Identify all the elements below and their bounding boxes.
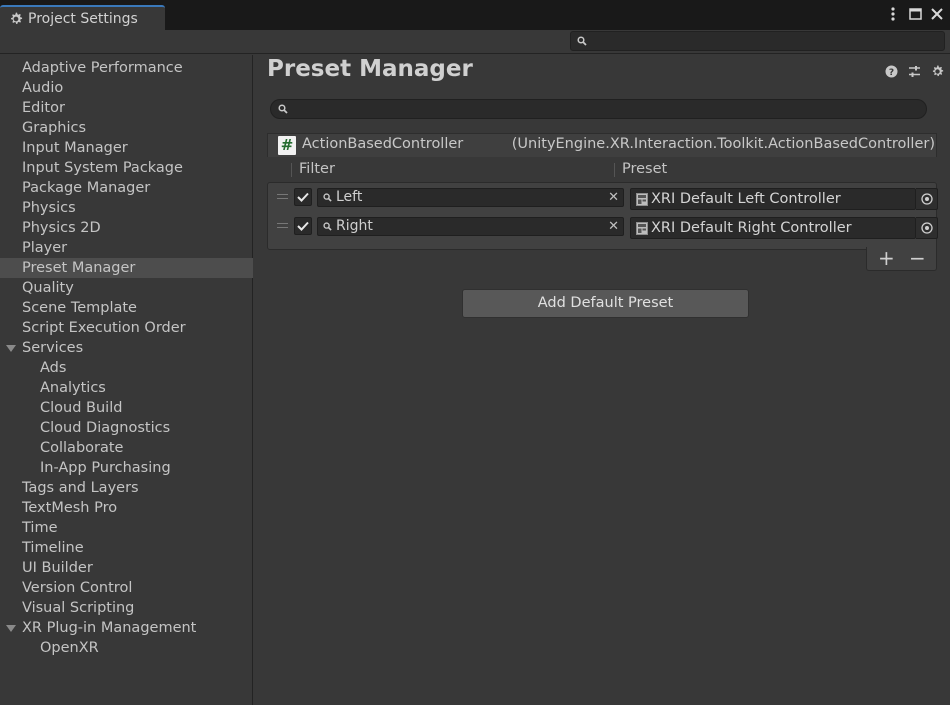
preset-name: XRI Default Left Controller xyxy=(651,191,841,207)
sidebar-item-openxr[interactable]: OpenXR xyxy=(0,638,253,658)
search-icon xyxy=(323,193,332,202)
page-title: Preset Manager xyxy=(267,56,473,82)
preset-object-field[interactable]: XRI Default Right Controller xyxy=(630,217,916,239)
component-name: ActionBasedController xyxy=(302,136,464,152)
sidebar-item-textmesh-pro[interactable]: TextMesh Pro xyxy=(0,498,253,518)
search-icon xyxy=(577,36,587,46)
search-icon xyxy=(323,222,332,231)
sidebar-item-ui-builder[interactable]: UI Builder xyxy=(0,558,253,578)
sidebar-item-analytics[interactable]: Analytics xyxy=(0,378,253,398)
default-presets-list: Left ✕ XRI Default Left Controller Right… xyxy=(267,182,938,250)
sidebar-item-visual-scripting[interactable]: Visual Scripting xyxy=(0,598,253,618)
sidebar-item-time[interactable]: Time xyxy=(0,518,253,538)
svg-text:?: ? xyxy=(888,68,893,78)
preset-manager-panel: Preset Manager ? # ActionBasedController… xyxy=(254,55,950,705)
gear-icon[interactable] xyxy=(930,64,944,78)
title-bar: Project Settings xyxy=(0,0,950,30)
sidebar-item-services[interactable]: Services xyxy=(0,338,253,358)
sidebar-item-tags-and-layers[interactable]: Tags and Layers xyxy=(0,478,253,498)
sidebar-item-timeline[interactable]: Timeline xyxy=(0,538,253,558)
column-filter-header: Filter xyxy=(299,161,335,177)
enabled-checkbox[interactable] xyxy=(294,188,312,206)
settings-toolbar xyxy=(0,30,950,54)
list-row: Left ✕ XRI Default Left Controller xyxy=(268,183,938,211)
clear-filter-icon[interactable]: ✕ xyxy=(608,191,619,205)
sidebar-item-collaborate[interactable]: Collaborate xyxy=(0,438,253,458)
remove-item-button[interactable]: − xyxy=(909,248,926,268)
sidebar-item-physics-2d[interactable]: Physics 2D xyxy=(0,218,253,238)
script-icon: # xyxy=(278,136,296,155)
drag-handle-icon[interactable] xyxy=(277,223,288,228)
preset-asset-icon xyxy=(636,222,648,235)
enabled-checkbox[interactable] xyxy=(294,217,312,235)
gear-icon xyxy=(11,11,23,24)
project-settings-tab[interactable]: Project Settings xyxy=(0,5,165,30)
sidebar-item-input-system-package[interactable]: Input System Package xyxy=(0,158,253,178)
sidebar-item-physics[interactable]: Physics xyxy=(0,198,253,218)
add-item-button[interactable]: + xyxy=(878,248,895,268)
clear-filter-icon[interactable]: ✕ xyxy=(608,220,619,234)
preset-asset-icon xyxy=(636,193,648,206)
sidebar-item-script-execution-order[interactable]: Script Execution Order xyxy=(0,318,253,338)
list-footer: + − xyxy=(866,247,937,271)
filter-input[interactable]: Left ✕ xyxy=(317,188,624,207)
sidebar-item-version-control[interactable]: Version Control xyxy=(0,578,253,598)
checkmark-icon xyxy=(297,192,309,202)
filter-input[interactable]: Right ✕ xyxy=(317,217,624,236)
drag-handle-icon[interactable] xyxy=(277,194,288,199)
help-icon[interactable]: ? xyxy=(884,64,898,78)
sidebar-item-quality[interactable]: Quality xyxy=(0,278,253,298)
sidebar-item-cloud-build[interactable]: Cloud Build xyxy=(0,398,253,418)
preset-settings-icon[interactable] xyxy=(907,64,921,78)
column-divider xyxy=(614,163,615,177)
filter-value: Left xyxy=(336,189,363,205)
checkmark-icon xyxy=(297,221,309,231)
component-header[interactable]: # ActionBasedController (UnityEngine.XR.… xyxy=(267,133,937,157)
sidebar-item-graphics[interactable]: Graphics xyxy=(0,118,253,138)
maximize-icon[interactable] xyxy=(908,6,922,22)
close-icon[interactable] xyxy=(930,6,944,22)
sidebar-item-preset-manager[interactable]: Preset Manager xyxy=(0,258,253,278)
settings-search-input[interactable] xyxy=(570,31,945,51)
preset-object-field[interactable]: XRI Default Left Controller xyxy=(630,188,916,210)
sidebar-item-xr-plugin-management[interactable]: XR Plug-in Management xyxy=(0,618,253,638)
settings-sidebar: Adaptive Performance Audio Editor Graphi… xyxy=(0,55,253,705)
sidebar-item-input-manager[interactable]: Input Manager xyxy=(0,138,253,158)
sidebar-item-in-app-purchasing[interactable]: In-App Purchasing xyxy=(0,458,253,478)
tab-title: Project Settings xyxy=(28,10,138,27)
component-type: (UnityEngine.XR.Interaction.Toolkit.Acti… xyxy=(511,136,935,152)
foldout-arrow-icon[interactable] xyxy=(6,345,16,352)
preset-name: XRI Default Right Controller xyxy=(651,220,852,236)
filter-value: Right xyxy=(336,218,373,234)
list-column-headers: Filter Preset xyxy=(267,159,937,181)
sidebar-item-adaptive-performance[interactable]: Adaptive Performance xyxy=(0,58,253,78)
object-picker-icon[interactable] xyxy=(916,217,938,239)
preset-search-input[interactable] xyxy=(270,99,927,119)
sidebar-item-cloud-diagnostics[interactable]: Cloud Diagnostics xyxy=(0,418,253,438)
sidebar-item-player[interactable]: Player xyxy=(0,238,253,258)
column-divider xyxy=(291,163,292,177)
object-picker-icon[interactable] xyxy=(916,188,938,210)
list-row: Right ✕ XRI Default Right Controller xyxy=(268,212,938,240)
sidebar-item-ads[interactable]: Ads xyxy=(0,358,253,378)
sidebar-item-editor[interactable]: Editor xyxy=(0,98,253,118)
sidebar-item-package-manager[interactable]: Package Manager xyxy=(0,178,253,198)
add-default-preset-button[interactable]: Add Default Preset xyxy=(462,289,749,318)
sidebar-item-audio[interactable]: Audio xyxy=(0,78,253,98)
kebab-menu-icon[interactable] xyxy=(886,6,900,22)
foldout-arrow-icon[interactable] xyxy=(6,625,16,632)
sidebar-item-scene-template[interactable]: Scene Template xyxy=(0,298,253,318)
column-preset-header: Preset xyxy=(622,161,668,177)
search-icon xyxy=(278,104,288,114)
